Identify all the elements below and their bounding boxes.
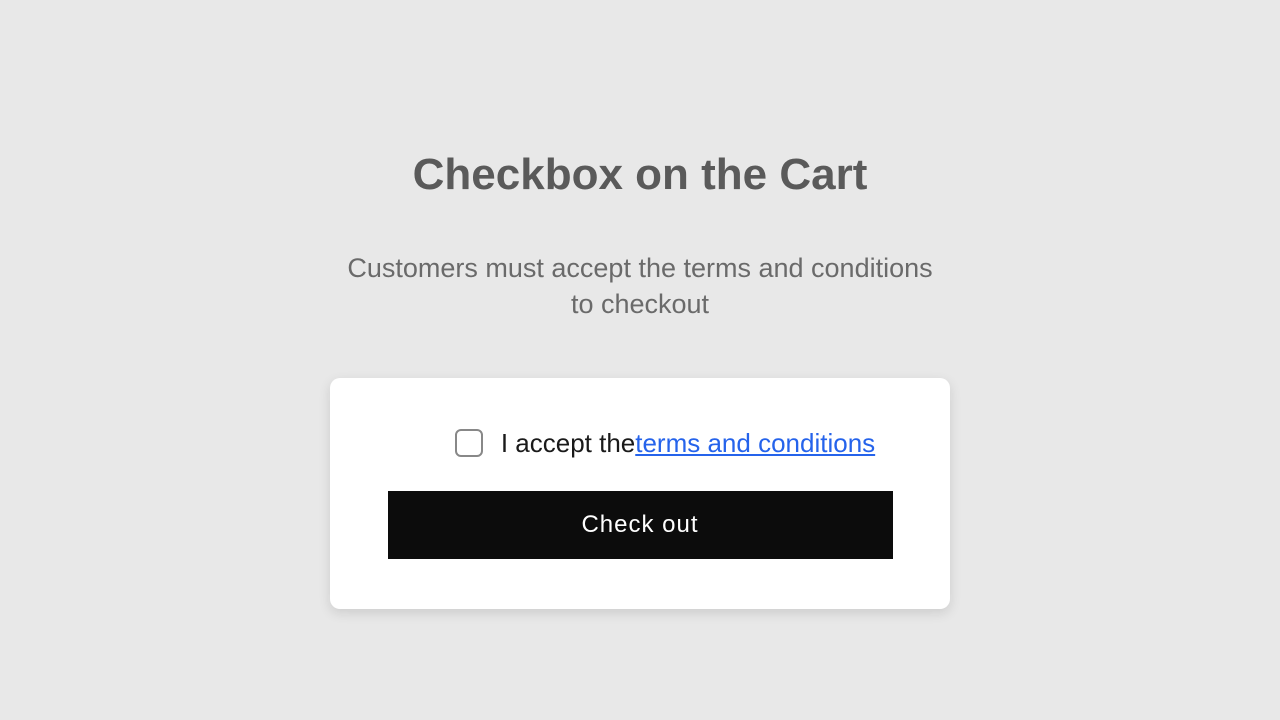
accept-terms-checkbox[interactable]: [455, 429, 483, 457]
terms-and-conditions-link[interactable]: terms and conditions: [635, 428, 875, 459]
checkout-button[interactable]: Check out: [388, 491, 893, 559]
accept-row: I accept the terms and conditions: [382, 428, 898, 459]
page-subtitle: Customers must accept the terms and cond…: [340, 250, 940, 323]
terms-card: I accept the terms and conditions Check …: [330, 378, 950, 609]
page-title: Checkbox on the Cart: [413, 150, 868, 200]
accept-text-prefix: I accept the: [501, 428, 635, 459]
